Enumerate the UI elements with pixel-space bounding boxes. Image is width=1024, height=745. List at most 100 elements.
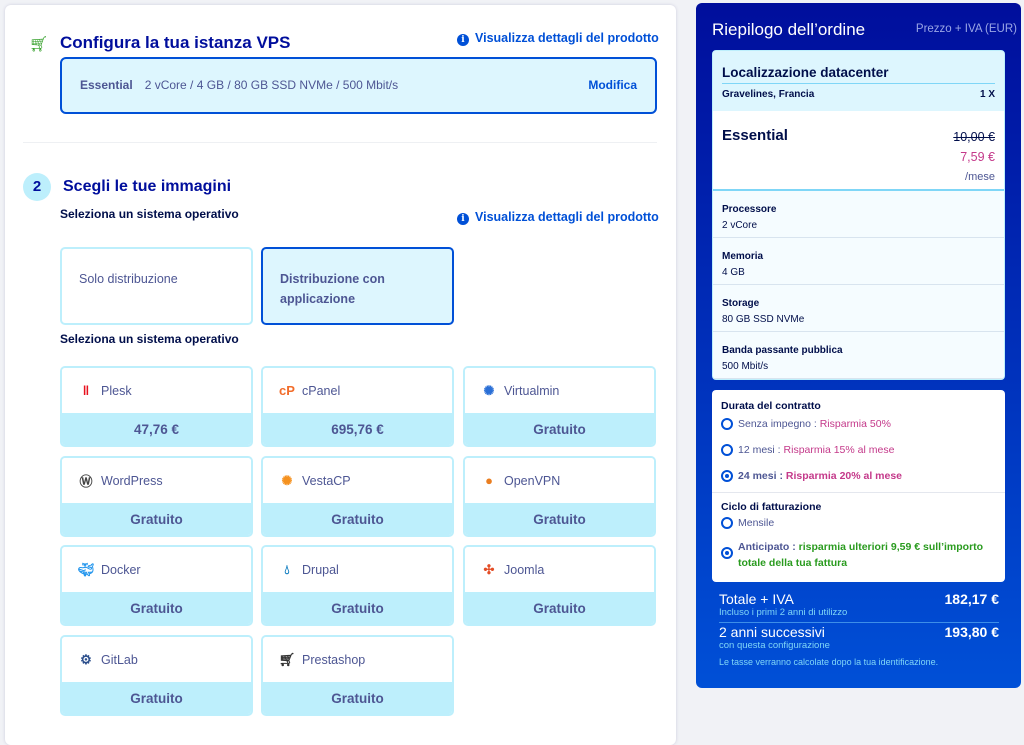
image-price: Gratuito (263, 592, 452, 624)
spec-row: Processore 2 vCore (713, 191, 1004, 238)
os-label: Seleziona un sistema operativo (60, 207, 239, 221)
option-label: Senza impegno : (738, 418, 820, 430)
image-name: Prestashop (302, 652, 366, 667)
total: Totale + IVA Incluso i primi 2 anni di ut… (719, 591, 999, 618)
page-title: Configura la tua istanza VPS (60, 33, 291, 52)
image-card-prestashop[interactable]: 🛒︎ Prestashop Gratuito (261, 635, 454, 716)
image-name: VestaCP (302, 473, 351, 488)
option-distribution-with-app[interactable]: Distribuzione con applicazione (261, 247, 454, 325)
duration-option[interactable]: Senza impegno : Risparmia 50% (712, 416, 1005, 432)
spec-label: Memoria (722, 251, 764, 262)
option-label: 24 mesi : (738, 470, 786, 482)
location-title: Localizzazione datacenter (722, 65, 995, 84)
image-name: Joomla (504, 562, 545, 577)
image-name: Plesk (101, 383, 132, 398)
image-price: Gratuito (465, 592, 654, 624)
image-name: GitLab (101, 652, 138, 667)
spec-label: Storage (722, 298, 760, 309)
os-label-2: Seleziona un sistema operativo (60, 332, 239, 346)
plan-summary: Essential 2 vCore / 4 GB / 80 GB SSD NVMe… (60, 57, 657, 114)
per-month: /mese (965, 171, 995, 183)
link-label: Visualizza dettagli del prodotto (475, 210, 659, 224)
image-card-virtualmin[interactable]: ✺ Virtualmin Gratuito (463, 366, 656, 447)
radio-icon[interactable] (721, 418, 733, 430)
spec-value: 4 GB (722, 267, 745, 278)
billing-advance[interactable]: Anticipato : risparmia ulteriori 9,59 € … (712, 539, 1005, 571)
price-note: Prezzo + IVA (EUR) (915, 23, 1017, 35)
image-card-gitlab[interactable]: ⚙ GitLab Gratuito (60, 635, 253, 716)
option-label: Anticipato : (738, 541, 799, 553)
image-card-vestacp[interactable]: ✺ VestaCP Gratuito (261, 456, 454, 537)
image-card-joomla[interactable]: ✣ Joomla Gratuito (463, 545, 656, 626)
image-price: Gratuito (62, 592, 251, 624)
image-price: Gratuito (465, 503, 654, 535)
cart-icon: 🛒︎ (29, 36, 49, 53)
billing-monthly[interactable]: Mensile (712, 515, 1005, 531)
image-card-drupal[interactable]: 💧︎ Drupal Gratuito (261, 545, 454, 626)
vestacp-icon: ✺ (281, 472, 293, 488)
image-name: OpenVPN (504, 473, 561, 488)
image-name: Virtualmin (504, 383, 560, 398)
step-number: 2 (23, 173, 51, 201)
joomla-icon: ✣ (483, 561, 495, 577)
image-name: Docker (101, 562, 141, 577)
radio-icon[interactable] (721, 470, 733, 482)
image-price: 47,76 € (62, 413, 251, 445)
image-price: Gratuito (62, 682, 251, 714)
image-name: cPanel (302, 383, 341, 398)
duration-option[interactable]: 24 mesi : Risparmia 20% al mese (712, 468, 1005, 484)
divider (23, 142, 657, 143)
image-card-docker[interactable]: 🐳︎ Docker Gratuito (60, 545, 253, 626)
spec-row: Memoria 4 GB (713, 238, 1004, 285)
spec-label: Processore (722, 204, 777, 215)
order-summary: Riepilogo dell’ordine Prezzo + IVA (EUR)… (696, 3, 1021, 688)
contract-options: Durata del contratto Senza impegno : Ris… (712, 390, 1005, 582)
image-name: Drupal (302, 562, 339, 577)
spec-value: 500 Mbit/s (722, 361, 769, 372)
location: Gravelines, Francia (722, 89, 815, 100)
plesk-icon: ‖ (82, 383, 90, 398)
product-details-link-2[interactable]: i Visualizza dettagli del prodotto (457, 210, 659, 225)
option-label: Mensile (738, 517, 775, 529)
gitlab-icon: ⚙ (80, 651, 92, 667)
image-price: 695,76 € (263, 413, 452, 445)
edit-button[interactable]: Modifica (588, 78, 637, 93)
image-name: WordPress (101, 473, 163, 488)
spec-value: 80 GB SSD NVMe (722, 314, 805, 325)
image-price: Gratuito (62, 503, 251, 535)
spec-label: Banda passante pubblica (722, 345, 843, 356)
image-card-plesk[interactable]: ‖ Plesk 47,76 € (60, 366, 253, 447)
old-price: 10,00 € (953, 130, 995, 144)
spec-row: Banda passante pubblica 500 Mbit/s (713, 332, 1004, 379)
spec-value: 2 vCore (722, 220, 758, 231)
spec-row: Storage 80 GB SSD NVMe (713, 285, 1004, 332)
image-card-wordpress[interactable]: Ⓦ WordPress Gratuito (60, 456, 253, 537)
image-card-cpanel[interactable]: cP cPanel 695,76 € (261, 366, 454, 447)
plan-specs: 2 vCore / 4 GB / 80 GB SSD NVMe / 500 Mb… (144, 78, 399, 92)
next-value: 193,80 € (944, 624, 1000, 640)
step-title: Scegli le tue immagini (63, 178, 232, 195)
info-icon: i (457, 213, 469, 225)
prestashop-icon: 🛒︎ (278, 651, 296, 667)
cpanel-icon: cP (279, 383, 295, 398)
option-distribution-only[interactable]: Solo distribuzione (60, 247, 253, 325)
order-details: Localizzazione datacenter Gravelines, Fr… (712, 50, 1005, 380)
total-value: 182,17 € (944, 591, 1000, 607)
image-price: Gratuito (263, 682, 452, 714)
radio-icon[interactable] (721, 547, 733, 559)
duration-option[interactable]: 12 mesi : Risparmia 15% al mese (712, 442, 1005, 458)
image-price: Gratuito (465, 413, 654, 445)
total-sub: Incluso i primi 2 anni di utilizzo (719, 607, 848, 618)
image-card-openvpn[interactable]: ● OpenVPN Gratuito (463, 456, 656, 537)
plan-name: Essential (80, 78, 133, 92)
option-label: 12 mesi : (738, 444, 784, 456)
option-savings: Risparmia 15% al mese (783, 444, 895, 456)
image-price: Gratuito (263, 503, 452, 535)
product-details-link[interactable]: i Visualizza dettagli del prodotto (457, 31, 659, 46)
radio-icon[interactable] (721, 444, 733, 456)
option-savings: Risparmia 20% al mese (785, 470, 903, 482)
info-icon: i (457, 34, 469, 46)
option-savings: Risparmia 50% (819, 418, 891, 430)
virtualmin-icon: ✺ (483, 382, 495, 398)
radio-icon[interactable] (721, 517, 733, 529)
